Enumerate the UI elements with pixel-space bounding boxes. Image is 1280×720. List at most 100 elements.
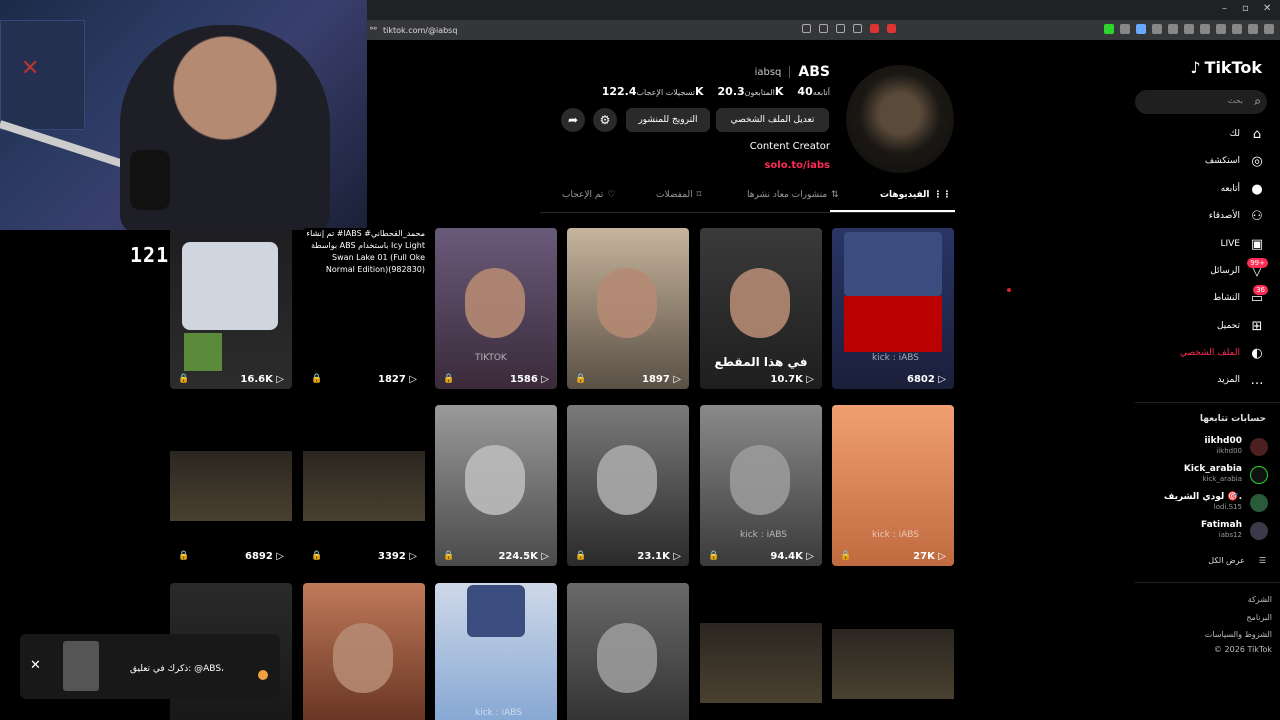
following-account[interactable]: Kick_arabia kick_arabia: [1135, 462, 1280, 488]
lock-icon: 🔒: [178, 551, 190, 561]
microphone: [130, 150, 170, 210]
edit-profile-button[interactable]: تعديل الملف الشخصي: [716, 108, 829, 132]
following-account[interactable]: Fatimah iabs12: [1135, 518, 1280, 544]
video-tile[interactable]: 🔒 1897 ▷: [567, 228, 689, 389]
video-thumbnail: [832, 629, 954, 699]
notification-avatar: [258, 670, 268, 680]
profile-stats: تسجيلات الإعجاب122.4K المتابعون20.3K أتا…: [560, 85, 830, 98]
rewards-icon[interactable]: [887, 24, 896, 33]
nav-live[interactable]: LIVE ▣: [1135, 232, 1280, 256]
video-thumbnail: [832, 405, 954, 566]
address-bar[interactable]: ⚯ tiktok.com/@iabsq: [367, 20, 1280, 40]
stat-followers[interactable]: المتابعون20.3K: [714, 85, 784, 98]
nav-upload[interactable]: تحميل ⊞: [1135, 314, 1280, 338]
minimize-icon[interactable]: –: [1222, 3, 1227, 14]
following-account[interactable]: لودي الشريف 🎯. lodi.S15: [1135, 490, 1280, 516]
footer-program-link[interactable]: البرنامج: [1246, 613, 1272, 622]
close-icon[interactable]: ✕: [30, 658, 41, 673]
lock-icon: 🔒: [443, 551, 455, 561]
see-all-button[interactable]: عرض الكل ☰: [1208, 556, 1266, 565]
extension-icon[interactable]: [1152, 24, 1162, 34]
close-window-icon[interactable]: ✕: [1263, 3, 1271, 14]
menu-icon[interactable]: [1264, 24, 1274, 34]
url-text[interactable]: tiktok.com/@iabsq: [383, 26, 457, 35]
sticker-image: [184, 333, 222, 371]
footer-company-link[interactable]: الشركة: [1248, 595, 1272, 604]
profile-avatar[interactable]: [846, 65, 954, 173]
video-tile[interactable]: [567, 583, 689, 720]
tab-reposts[interactable]: منشورات معاد نشرها ⇅: [747, 190, 839, 200]
more-icon: …: [1250, 372, 1264, 388]
extension-icon[interactable]: [1184, 24, 1194, 34]
video-tile[interactable]: TIKTOK 🔒 1586 ▷: [435, 228, 557, 389]
video-tile[interactable]: 🔒 224.5K ▷: [435, 405, 557, 566]
video-tile[interactable]: [700, 583, 822, 720]
search-icon[interactable]: ⌕: [1254, 94, 1261, 109]
notification-toast[interactable]: ✕ ذكرك في تعليق: @ABS،: [20, 634, 280, 699]
puzzle-icon[interactable]: [1168, 24, 1178, 34]
vpn-icon[interactable]: [1248, 24, 1258, 34]
video-tile[interactable]: [832, 583, 954, 720]
bookmark-icon[interactable]: [1216, 24, 1226, 34]
maximize-icon[interactable]: ▫: [1242, 3, 1249, 14]
tab-liked[interactable]: تم الإعجاب ♡: [562, 190, 615, 200]
divider: [1135, 582, 1280, 583]
nav-more[interactable]: المزيد…: [1135, 368, 1280, 392]
nav-friends[interactable]: الأصدقاء ⚇: [1135, 204, 1280, 228]
video-tile[interactable]: 🔒 23.1K ▷: [567, 405, 689, 566]
face: [597, 623, 657, 693]
share-profile-icon[interactable]: ➦: [561, 108, 585, 132]
video-tile[interactable]: في هذا المقطع 10.7K ▷: [700, 228, 822, 389]
brave-shield-icon[interactable]: [870, 24, 879, 33]
stat-following[interactable]: أتابعه40: [793, 85, 830, 98]
cursor-dot: [1007, 288, 1011, 292]
stat-likes[interactable]: تسجيلات الإعجاب122.4K: [598, 85, 704, 98]
video-tile[interactable]: 🔒 6892 ▷: [170, 405, 292, 566]
site-info-icon[interactable]: ⚯: [370, 24, 377, 33]
nav-profile[interactable]: الملف الشخصي ◐: [1135, 341, 1280, 365]
face: [730, 445, 790, 515]
divider: [1135, 402, 1280, 403]
view-count: 27K ▷: [913, 551, 946, 562]
settings-icon[interactable]: ⚙: [593, 108, 617, 132]
nav-following[interactable]: أتابعه ●: [1135, 177, 1280, 201]
video-tile[interactable]: 🔒 3392 ▷: [303, 405, 425, 566]
video-tile[interactable]: kick : iABS: [435, 583, 557, 720]
see-all-label: عرض الكل: [1208, 556, 1245, 565]
tab-videos[interactable]: الفيديوهات ⋮⋮: [880, 190, 952, 200]
tiktok-logo[interactable]: ♪ TikTok: [1190, 58, 1262, 77]
watermark: kick : iABS: [475, 708, 523, 718]
following-account[interactable]: iikhd00 iikhd00: [1135, 434, 1280, 460]
video-tile[interactable]: kick : iABS 🔒 94.4K ▷: [700, 405, 822, 566]
tab-favorites[interactable]: المفضلات ⌑: [656, 190, 701, 200]
nav-explore[interactable]: استكشف ◎: [1135, 149, 1280, 173]
face: [730, 268, 790, 338]
video-tile[interactable]: 🔒 16.6K ▷: [170, 228, 292, 389]
video-description: تم إنشاء #IABS #محمد_القحطاني بواسطة ABS…: [306, 229, 425, 274]
wallet-icon[interactable]: [1232, 24, 1242, 34]
extension-icon[interactable]: [1120, 24, 1130, 34]
share-icon[interactable]: [853, 24, 862, 33]
promote-post-button[interactable]: الترويج للمنشور: [626, 108, 710, 132]
video-tile[interactable]: kick : iABS 🔒 27K ▷: [832, 405, 954, 566]
sidebar-icon[interactable]: [1200, 24, 1210, 34]
search-input[interactable]: بحث ⌕: [1135, 90, 1267, 114]
stat-label: تسجيلات الإعجاب: [636, 88, 695, 97]
nav-for-you[interactable]: لك ⌂: [1135, 122, 1280, 146]
translate-icon[interactable]: [802, 24, 811, 33]
view-count: 1586 ▷: [509, 374, 549, 385]
zoom-icon[interactable]: [836, 24, 845, 33]
video-thumbnail: [303, 451, 425, 521]
nav-activity[interactable]: النشاط ▭ 36: [1135, 284, 1280, 310]
video-tile[interactable]: [303, 583, 425, 720]
profile-link[interactable]: solo.to/iabs: [680, 160, 830, 171]
cast-icon[interactable]: [819, 24, 828, 33]
nav-messages[interactable]: الرسائل ▽ 99+: [1135, 257, 1280, 283]
following-avatar-icon: ●: [1251, 181, 1263, 197]
video-tile[interactable]: kick : iABS 6802 ▷: [832, 228, 954, 389]
footer-terms-link[interactable]: الشروط والسياسات: [1205, 630, 1272, 639]
extension-icon[interactable]: [1136, 24, 1146, 34]
display-name: ABS: [798, 64, 830, 80]
address-actions: [802, 24, 896, 33]
kick-extension-icon[interactable]: [1104, 24, 1114, 34]
